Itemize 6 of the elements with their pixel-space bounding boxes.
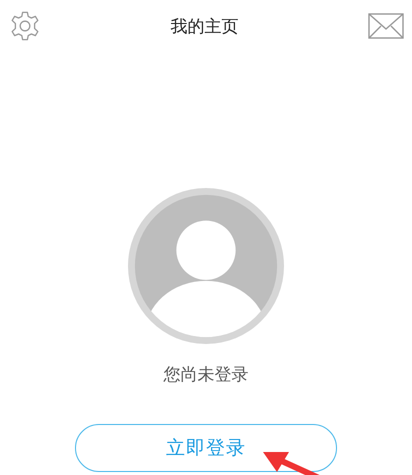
settings-icon[interactable] — [9, 10, 41, 42]
mail-icon[interactable] — [368, 13, 404, 39]
login-button[interactable]: 立即登录 — [75, 424, 337, 472]
login-status: 您尚未登录 — [164, 364, 248, 386]
page-title: 我的主页 — [170, 16, 238, 38]
avatar-icon — [127, 187, 285, 345]
